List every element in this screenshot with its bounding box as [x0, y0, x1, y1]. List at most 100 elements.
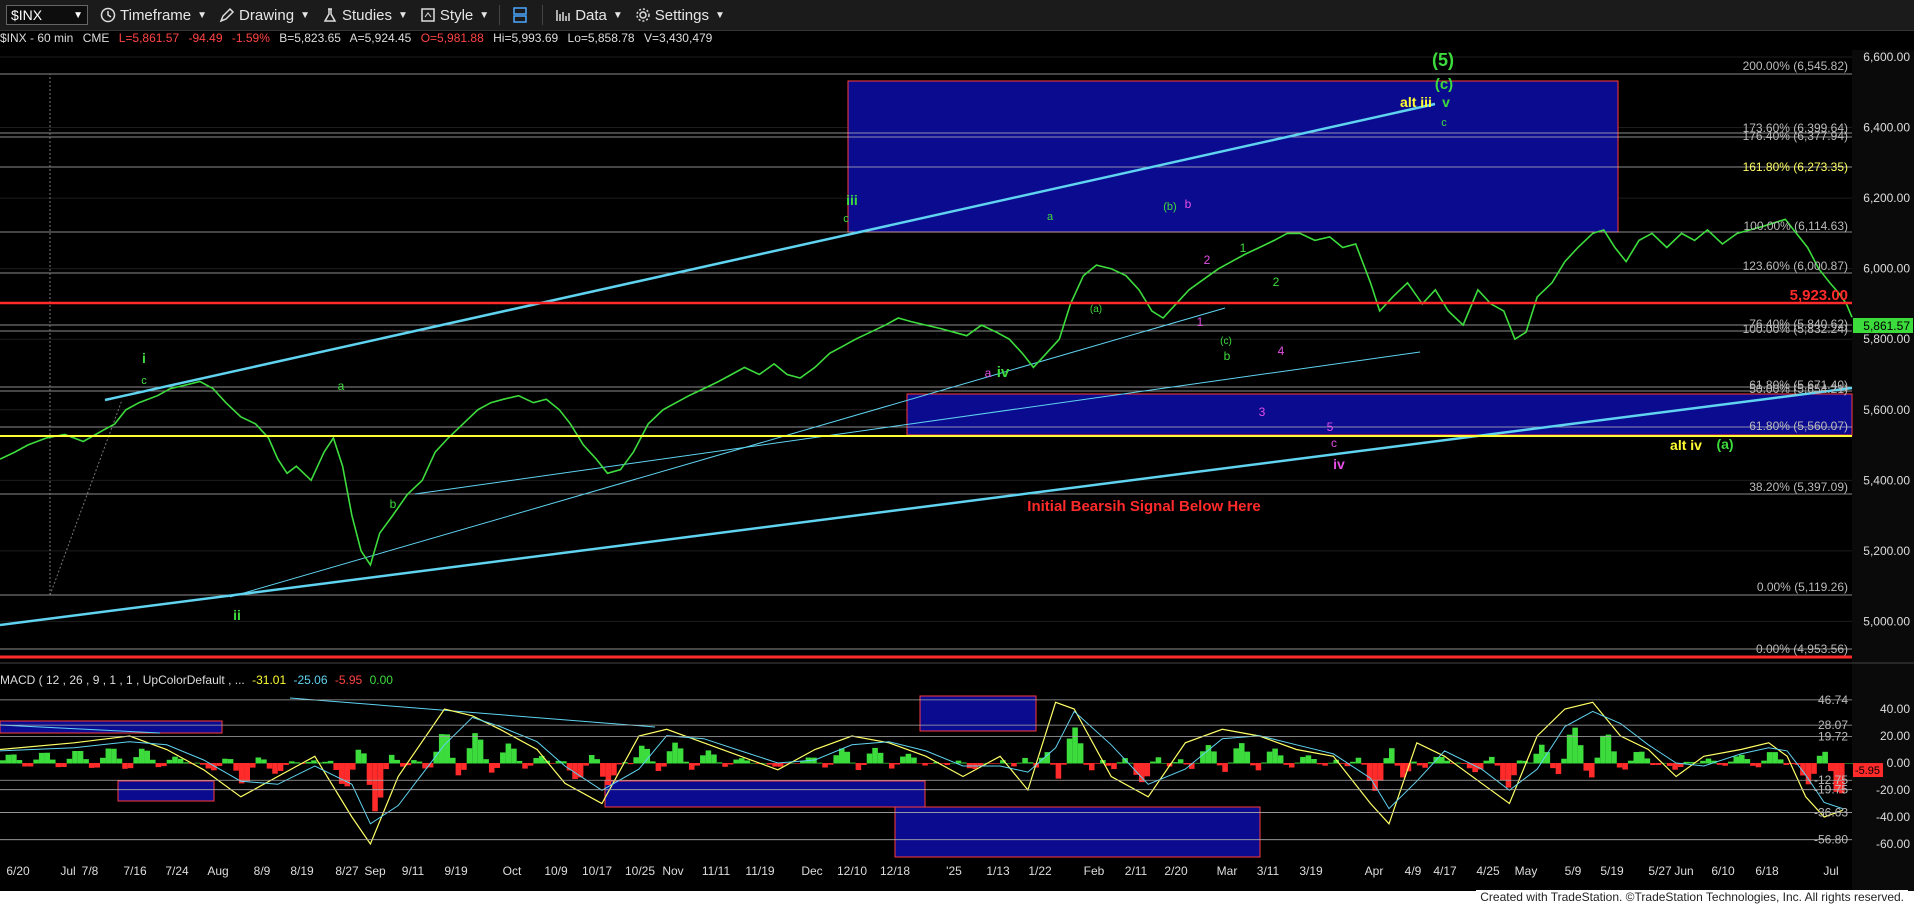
macd-bar [794, 763, 801, 764]
macd-bar [672, 742, 678, 764]
macd-bar [233, 763, 239, 771]
macd-bar [1716, 763, 1723, 765]
macd-bar [1805, 763, 1812, 785]
x-tick-label: Feb [1084, 864, 1105, 878]
timeframe-button[interactable]: Timeframe ▼ [100, 7, 207, 24]
macd-bar [11, 754, 17, 764]
wave-label: c [1441, 117, 1447, 129]
studies-button[interactable]: Studies ▼ [322, 7, 408, 24]
macd-value-label: -5.95 [1855, 765, 1880, 777]
macd-bar [772, 763, 778, 767]
drawing-button[interactable]: Drawing ▼ [219, 7, 310, 24]
macd-bar [122, 763, 128, 769]
wave-label: ii [233, 607, 241, 623]
fib-label: 0.00% (4,953.56) [1756, 642, 1848, 656]
macd-bar [133, 757, 139, 764]
macd-bar [905, 753, 912, 764]
macd-bar [816, 762, 823, 764]
wave-label: Initial Bearsih Signal Below Here [1027, 498, 1260, 515]
wave-label: i [142, 350, 146, 366]
style-button[interactable]: Style ▼ [420, 7, 489, 24]
macd-bar [94, 763, 101, 768]
macd-level-label: -56.80 [1814, 833, 1848, 847]
macd-bar [1527, 762, 1534, 764]
macd-bar [1288, 763, 1295, 768]
wave-label: v [1442, 94, 1450, 110]
separator [542, 5, 544, 25]
macd-bar [55, 763, 62, 768]
macd-bar [172, 756, 178, 764]
macd-bar [177, 758, 184, 764]
macd-bar [1589, 763, 1595, 778]
macd-bar [1494, 763, 1501, 766]
macd-bar [583, 763, 589, 766]
macd-bar [1172, 762, 1178, 764]
macd-bar [277, 763, 284, 771]
macd-bar [1766, 752, 1773, 764]
chevron-down-icon: ▼ [300, 9, 310, 21]
macd-bar [988, 763, 995, 764]
x-tick-label: Jun [1674, 864, 1693, 878]
separator [499, 5, 501, 25]
fib-label: 100.00% (6,114.63) [1743, 219, 1848, 233]
wave-label: iii [846, 192, 858, 208]
macd-bar [1050, 763, 1056, 765]
timeframe-label: Timeframe [120, 6, 192, 24]
macd-bar [1211, 751, 1217, 764]
x-tick-label: 11/19 [745, 864, 774, 878]
fib-label: 38.20% (5,397.09) [1749, 480, 1848, 494]
layout-button[interactable] [512, 7, 532, 23]
style-label: Style [439, 6, 474, 24]
macd-bar [522, 763, 528, 769]
macd-bar [483, 759, 489, 764]
wave-label: b [1224, 349, 1231, 363]
wave-label: 1 [1197, 315, 1204, 329]
price-chart[interactable]: (5)(c)alt iii vciiic a(b) b1212(a)(c)b 435ci… [0, 30, 1914, 891]
macd-bar [627, 763, 634, 765]
macd-bar [194, 762, 201, 764]
macd-level-label: -19.75 [1814, 783, 1848, 797]
macd-bar [877, 752, 884, 764]
macd-bar [750, 762, 756, 764]
macd-bar [861, 763, 867, 765]
macd-bar [1783, 763, 1790, 765]
toolbar: $INX ▼ Timeframe ▼ Drawing ▼ Studies ▼ S… [0, 0, 1914, 31]
symbol-selector[interactable]: $INX ▼ [6, 5, 88, 25]
x-tick-label: 10/25 [625, 864, 655, 878]
macd-bar [150, 759, 156, 764]
x-tick-label: 7/8 [82, 864, 99, 878]
macd-bar [1238, 743, 1245, 764]
macd-bar [1422, 763, 1428, 768]
y-tick-label: 5,400.00 [1863, 473, 1910, 487]
data-button[interactable]: Data ▼ [555, 7, 623, 24]
macd-bar [1705, 758, 1712, 764]
macd-bar [1155, 757, 1162, 764]
credit-text: Created with TradeStation. ©TradeStation… [1476, 890, 1908, 904]
macd-bar [1472, 763, 1478, 773]
x-tick-label: 6/20 [6, 864, 30, 878]
macd-bar [505, 743, 512, 764]
macd-bar [33, 759, 39, 764]
wave-label: alt iii [1400, 94, 1432, 110]
x-tick-label: Apr [1365, 864, 1384, 878]
fib-label: 161.80% (6,273.35) [1743, 160, 1848, 174]
macd-bar [1322, 763, 1328, 766]
macd-bar [1394, 763, 1401, 766]
macd-bar [227, 759, 234, 764]
macd-bar [1311, 759, 1317, 764]
macd-bar [305, 761, 312, 764]
macd-bar [283, 763, 289, 765]
settings-button[interactable]: Settings ▼ [635, 7, 725, 24]
macd-bar [327, 760, 334, 764]
macd-bar [1016, 762, 1023, 764]
x-tick-label: 5/9 [1565, 864, 1582, 878]
macd-bar [1727, 761, 1734, 764]
macd-bar [1583, 763, 1590, 771]
macd-bar [1150, 761, 1156, 764]
macd-bar [1816, 755, 1823, 764]
macd-bar [466, 748, 473, 764]
drawing-label: Drawing [239, 6, 295, 24]
macd-bar [1650, 763, 1656, 766]
macd-bar [266, 763, 273, 769]
macd-tick-label: -40.00 [1876, 810, 1910, 824]
